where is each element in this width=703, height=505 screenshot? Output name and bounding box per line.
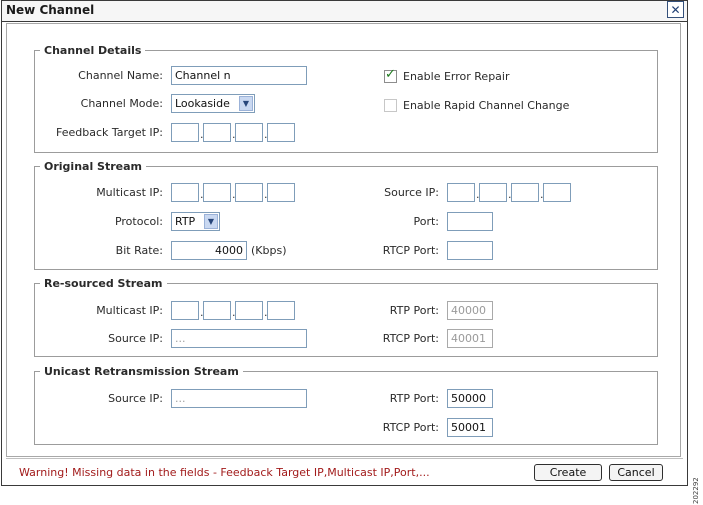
ip-octet-4[interactable] [267,183,295,202]
rtcp-port-label: RTCP Port: [382,421,439,434]
channel-mode-label: Channel Mode: [80,97,163,110]
ip-octet-3[interactable] [235,123,263,142]
enable-error-repair-label: Enable Error Repair [403,70,510,83]
channel-name-input[interactable]: Channel n [171,66,307,85]
source-ip-placeholder: ... [175,392,186,405]
ip-octet-4[interactable] [267,301,295,320]
resourced-rtp-port-input[interactable]: 40000 [447,301,493,320]
unicast-stream-title: Unicast Retransmission Stream [44,365,239,378]
channel-name-label: Channel Name: [78,69,163,82]
original-stream-title: Original Stream [44,160,142,173]
unicast-rtcp-port-input[interactable]: 50001 [447,418,493,437]
missing-data-warning: Warning! Missing data in the fields - Fe… [19,466,430,479]
rtcp-port-label: RTCP Port: [382,332,439,345]
close-icon[interactable]: ✕ [667,1,684,18]
figure-id: 202292 [692,477,700,504]
ip-octet-2[interactable] [479,183,507,202]
ip-octet-4[interactable] [543,183,571,202]
multicast-ip-label: Multicast IP: [96,304,163,317]
ip-octet-4[interactable] [267,123,295,142]
ip-octet-2[interactable] [203,301,231,320]
new-channel-dialog: New Channel ✕ Channel Details Channel Na… [1,0,688,486]
ip-octet-2[interactable] [203,183,231,202]
dialog-body: Channel Details Channel Name: Channel n … [6,23,681,457]
resourced-stream-title: Re-sourced Stream [44,277,163,290]
rtcp-port-label: RTCP Port: [382,244,439,257]
ip-octet-1[interactable] [171,123,199,142]
ip-octet-3[interactable] [235,301,263,320]
title-bar: New Channel ✕ [2,1,687,22]
protocol-value: RTP [175,215,196,228]
cancel-button[interactable]: Cancel [609,464,663,481]
feedback-target-ip-label: Feedback Target IP: [56,126,163,139]
enable-error-repair-checkbox[interactable] [384,67,397,83]
channel-details-title: Channel Details [44,44,142,57]
protocol-select[interactable]: RTP ▼ [171,212,220,231]
multicast-ip-label: Multicast IP: [96,186,163,199]
footer-divider [6,458,683,459]
ip-octet-3[interactable] [235,183,263,202]
channel-mode-select[interactable]: Lookaside ▼ [171,94,255,113]
unicast-rtp-port-input[interactable]: 50000 [447,389,493,408]
protocol-label: Protocol: [114,215,163,228]
resourced-source-ip-input[interactable]: ... [171,329,307,348]
resourced-stream-group: Re-sourced Stream [34,277,658,357]
rtp-port-label: RTP Port: [389,392,439,405]
source-ip-label: Source IP: [384,186,439,199]
chevron-down-icon: ▼ [239,96,253,111]
port-label: Port: [413,215,439,228]
create-button[interactable]: Create [534,464,602,481]
bit-rate-input[interactable]: 4000 [171,241,247,260]
ip-octet-3[interactable] [511,183,539,202]
enable-rapid-channel-change-checkbox[interactable] [384,99,397,112]
chevron-down-icon: ▼ [204,214,218,229]
source-ip-placeholder: ... [175,332,186,345]
ip-octet-1[interactable] [171,183,199,202]
enable-rapid-channel-change-label: Enable Rapid Channel Change [403,99,570,112]
ip-octet-2[interactable] [203,123,231,142]
unicast-source-ip-input[interactable]: ... [171,389,307,408]
source-ip-label: Source IP: [108,332,163,345]
resourced-rtcp-port-input[interactable]: 40001 [447,329,493,348]
source-ip-label: Source IP: [108,392,163,405]
rtcp-port-input[interactable] [447,241,493,260]
ip-octet-1[interactable] [447,183,475,202]
dialog-title: New Channel [6,3,95,17]
bit-rate-label: Bit Rate: [115,244,163,257]
channel-mode-value: Lookaside [175,97,230,110]
port-input[interactable] [447,212,493,231]
ip-octet-1[interactable] [171,301,199,320]
bit-rate-unit: (Kbps) [251,244,287,257]
rtp-port-label: RTP Port: [389,304,439,317]
